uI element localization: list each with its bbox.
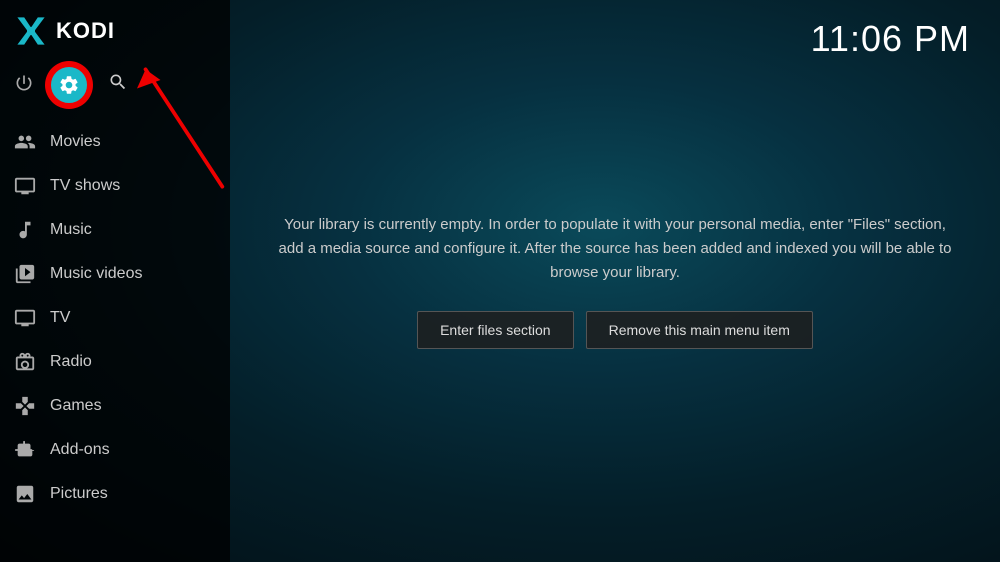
movies-icon <box>14 131 36 153</box>
enter-files-button[interactable]: Enter files section <box>417 311 574 349</box>
tv-icon <box>14 307 36 329</box>
sidebar-item-tv-shows[interactable]: TV shows <box>0 164 230 208</box>
sidebar-item-radio[interactable]: Radio <box>0 340 230 384</box>
sidebar-item-tv[interactable]: TV <box>0 296 230 340</box>
power-icon[interactable] <box>14 73 34 98</box>
sidebar-item-movies[interactable]: Movies <box>0 120 230 164</box>
main-content: 11:06 PM Your library is currently empty… <box>230 0 1000 562</box>
settings-button[interactable] <box>48 64 90 106</box>
radio-icon <box>14 351 36 373</box>
sidebar-item-games[interactable]: Games <box>0 384 230 428</box>
tv-shows-icon <box>14 175 36 197</box>
center-area: Your library is currently empty. In orde… <box>230 60 1000 562</box>
clock-display: 11:06 PM <box>811 18 970 60</box>
kodi-logo-icon <box>14 14 48 48</box>
music-icon <box>14 219 36 241</box>
add-ons-icon <box>14 439 36 461</box>
sidebar-item-music[interactable]: Music <box>0 208 230 252</box>
top-bar: 11:06 PM <box>230 0 1000 60</box>
action-buttons: Enter files section Remove this main men… <box>417 311 813 349</box>
nav-list: Movies TV shows Music Music videos <box>0 120 230 562</box>
app-header: KODI <box>0 0 230 58</box>
sidebar: KODI Movies <box>0 0 230 562</box>
library-message: Your library is currently empty. In orde… <box>275 213 955 285</box>
sidebar-item-pictures[interactable]: Pictures <box>0 472 230 516</box>
remove-menu-item-button[interactable]: Remove this main menu item <box>586 311 813 349</box>
music-videos-icon <box>14 263 36 285</box>
sidebar-item-music-videos[interactable]: Music videos <box>0 252 230 296</box>
sidebar-icon-row <box>0 58 230 120</box>
pictures-icon <box>14 483 36 505</box>
search-button[interactable] <box>108 72 128 98</box>
games-icon <box>14 395 36 417</box>
app-title: KODI <box>56 18 115 44</box>
sidebar-item-add-ons[interactable]: Add-ons <box>0 428 230 472</box>
gear-icon <box>58 74 80 96</box>
